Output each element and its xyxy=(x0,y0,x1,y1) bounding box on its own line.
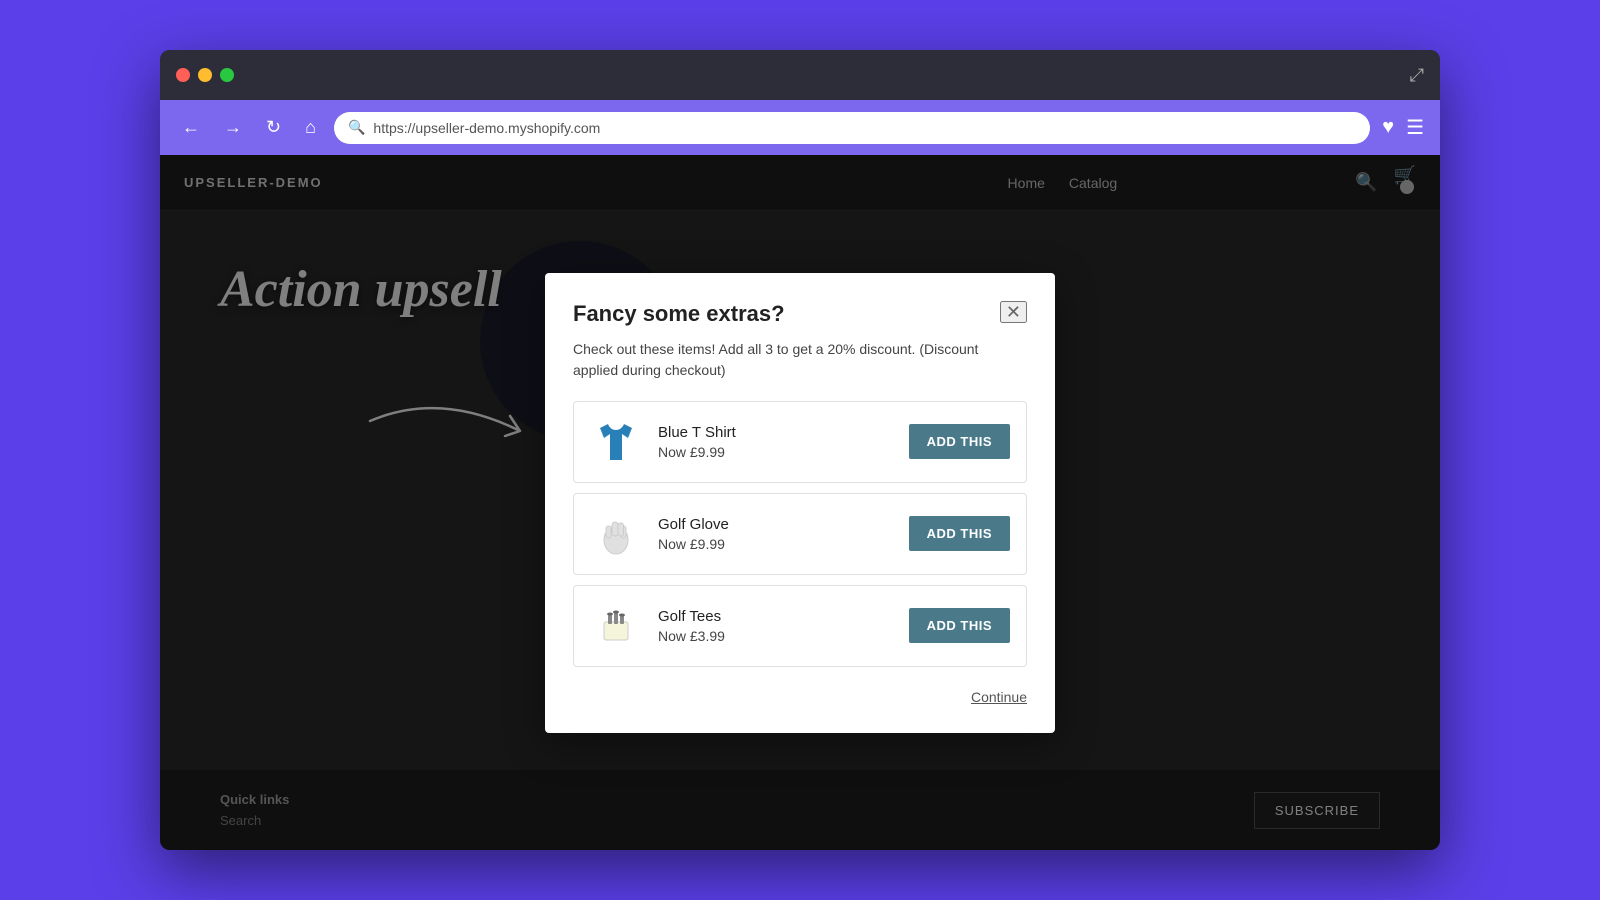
product-item-tshirt: Blue T Shirt Now £9.99 ADD THIS xyxy=(573,401,1027,483)
menu-icon[interactable]: ☰ xyxy=(1406,115,1424,140)
minimize-window-button[interactable] xyxy=(198,68,212,82)
product-item-tees: Golf Tees Now £3.99 ADD THIS xyxy=(573,585,1027,667)
add-tshirt-button[interactable]: ADD THIS xyxy=(909,424,1010,459)
favorite-icon[interactable]: ♥ xyxy=(1382,116,1394,139)
url-text: https://upseller-demo.myshopify.com xyxy=(373,120,600,136)
website-content: UPSELLER-DEMO Home Catalog 🔍 🛒 0 Action … xyxy=(160,155,1440,850)
product-info-tshirt: Blue T Shirt Now £9.99 xyxy=(658,424,893,460)
product-info-glove: Golf Glove Now £9.99 xyxy=(658,516,893,552)
back-button[interactable]: ← xyxy=(176,113,206,142)
title-bar: ⤢ xyxy=(160,50,1440,100)
product-image-tees xyxy=(590,600,642,652)
modal-footer: Continue xyxy=(573,677,1027,705)
search-icon: 🔍 xyxy=(348,119,365,136)
upsell-modal: Fancy some extras? ✕ Check out these ite… xyxy=(545,273,1055,733)
product-image-tshirt xyxy=(590,416,642,468)
forward-button[interactable]: → xyxy=(218,113,248,142)
url-field[interactable]: 🔍 https://upseller-demo.myshopify.com xyxy=(334,112,1370,144)
close-window-button[interactable] xyxy=(176,68,190,82)
browser-window: ⤢ ← → ↻ ⌂ 🔍 https://upseller-demo.myshop… xyxy=(160,50,1440,850)
modal-close-button[interactable]: ✕ xyxy=(1000,301,1027,323)
add-tees-button[interactable]: ADD THIS xyxy=(909,608,1010,643)
product-name-tees: Golf Tees xyxy=(658,608,893,625)
product-price-tshirt: Now £9.99 xyxy=(658,444,893,460)
reload-button[interactable]: ↻ xyxy=(260,113,287,142)
modal-title: Fancy some extras? xyxy=(573,301,785,327)
product-image-glove xyxy=(590,508,642,560)
home-button[interactable]: ⌂ xyxy=(299,113,322,142)
modal-description: Check out these items! Add all 3 to get … xyxy=(573,339,1027,381)
maximize-window-button[interactable] xyxy=(220,68,234,82)
url-bar-actions: ♥ ☰ xyxy=(1382,115,1424,140)
add-glove-button[interactable]: ADD THIS xyxy=(909,516,1010,551)
url-bar: ← → ↻ ⌂ 🔍 https://upseller-demo.myshopif… xyxy=(160,100,1440,155)
modal-header: Fancy some extras? ✕ xyxy=(573,301,1027,327)
product-price-glove: Now £9.99 xyxy=(658,536,893,552)
traffic-lights xyxy=(176,68,234,82)
product-name-glove: Golf Glove xyxy=(658,516,893,533)
product-item-glove: Golf Glove Now £9.99 ADD THIS xyxy=(573,493,1027,575)
product-price-tees: Now £3.99 xyxy=(658,628,893,644)
continue-button[interactable]: Continue xyxy=(971,689,1027,705)
fullscreen-icon[interactable]: ⤢ xyxy=(1410,65,1424,86)
product-info-tees: Golf Tees Now £3.99 xyxy=(658,608,893,644)
product-name-tshirt: Blue T Shirt xyxy=(658,424,893,441)
